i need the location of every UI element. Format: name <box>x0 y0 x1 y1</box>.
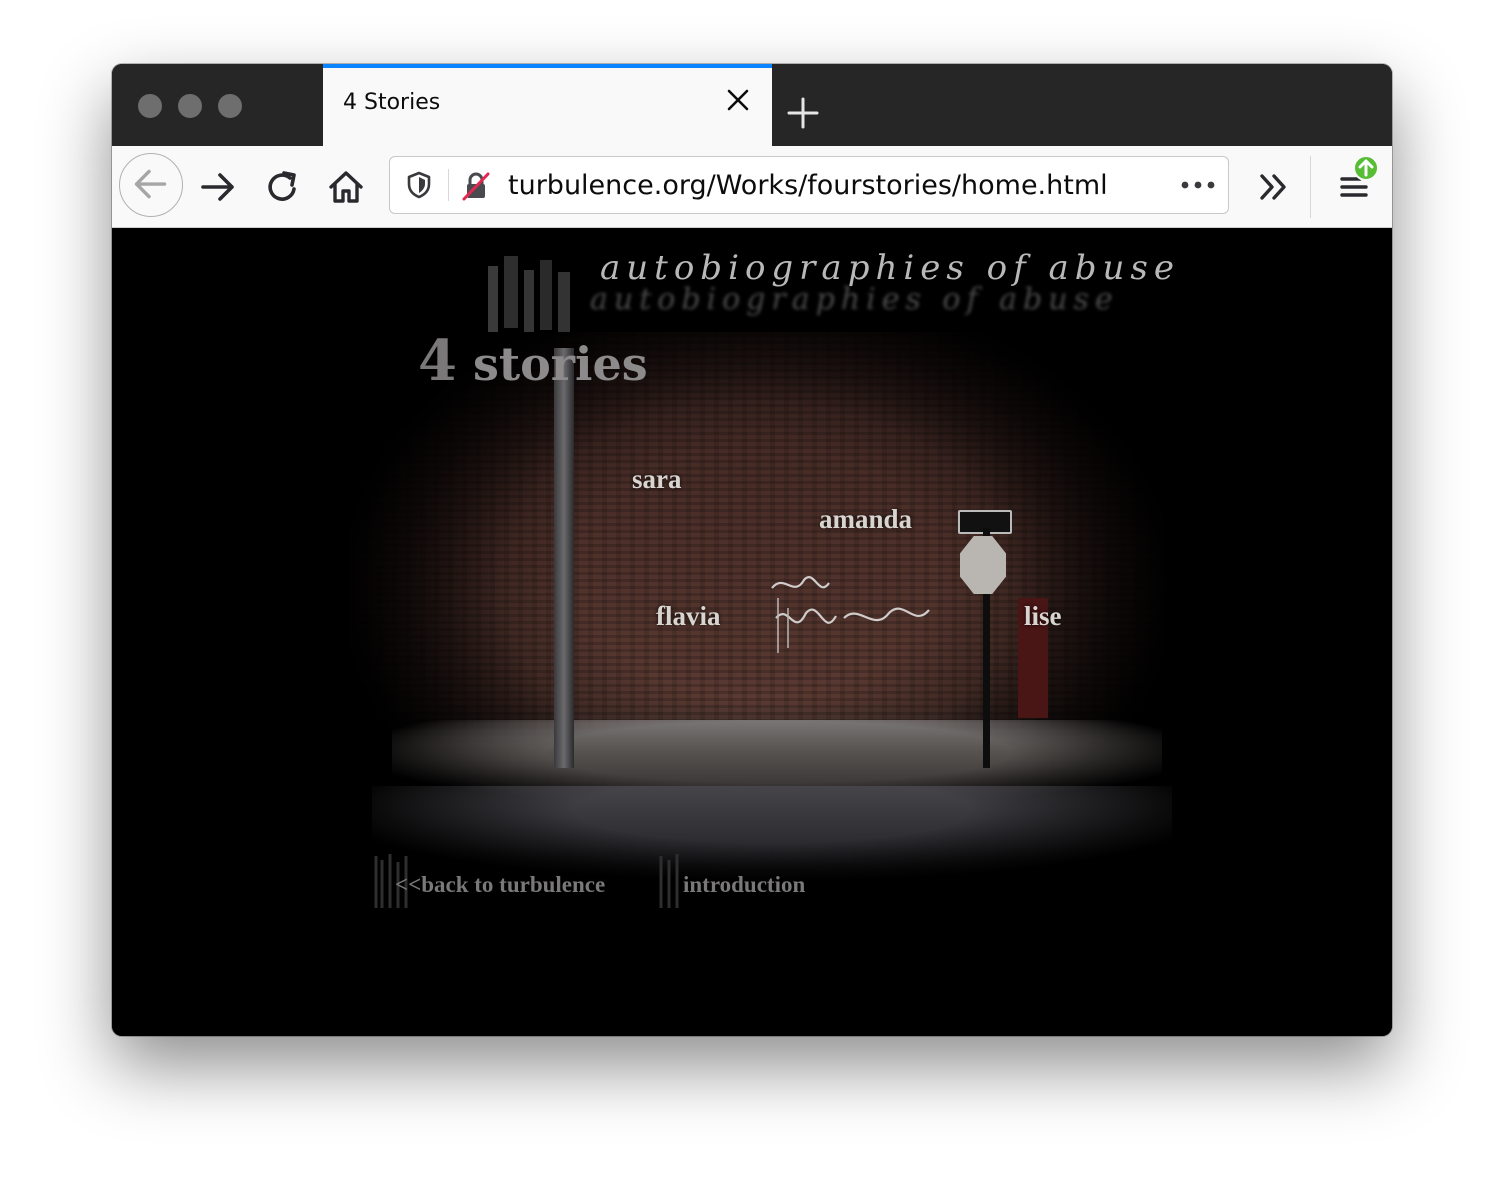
header-script: autobiographies of abuse <box>600 248 1180 288</box>
tab-title: 4 Stories <box>343 90 441 115</box>
window-controls <box>138 94 242 118</box>
url-separator <box>448 169 449 201</box>
shield-icon[interactable] <box>404 170 434 200</box>
story-link-flavia[interactable]: flavia <box>656 601 721 632</box>
zoom-window-button[interactable] <box>218 94 242 118</box>
browser-window: 4 Stories turbulence.org/Works/fourstori… <box>112 64 1392 1036</box>
url-text: turbulence.org/Works/fourstories/home.ht… <box>508 170 1108 201</box>
back-arrow-icon <box>134 169 167 199</box>
tab-active[interactable]: 4 Stories <box>323 64 772 146</box>
graffiti-decoration <box>771 576 930 653</box>
home-icon[interactable] <box>324 165 368 209</box>
stop-sign <box>960 536 1006 594</box>
introduction-link[interactable]: introduction <box>683 872 805 898</box>
plus-icon[interactable] <box>786 96 820 130</box>
page-title-word: stories <box>472 337 648 391</box>
nav-toolbar: turbulence.org/Works/fourstories/home.ht… <box>112 146 1392 228</box>
title-bar: 4 Stories <box>112 64 1392 146</box>
page-title: 4 stories <box>418 328 648 394</box>
more-dots-icon[interactable] <box>1180 178 1216 192</box>
update-badge-icon[interactable] <box>1352 154 1380 182</box>
insecure-lock-icon[interactable] <box>460 170 492 202</box>
header-bars-decoration <box>488 256 570 332</box>
minimize-window-button[interactable] <box>178 94 202 118</box>
back-to-turbulence-link[interactable]: <<back to turbulence <box>395 872 605 898</box>
reload-icon[interactable] <box>260 165 304 209</box>
back-button[interactable] <box>119 153 183 217</box>
overflow-chevrons-icon[interactable] <box>1252 165 1296 209</box>
forward-arrow-icon[interactable] <box>196 165 240 209</box>
page-title-number: 4 <box>418 328 457 394</box>
toolbar-separator <box>1310 156 1311 218</box>
story-link-lise[interactable]: lise <box>1024 601 1062 632</box>
story-link-amanda[interactable]: amanda <box>819 504 912 535</box>
page-content: autobiographies of abuse autobiographies… <box>112 228 1392 1036</box>
story-link-sara[interactable]: sara <box>632 464 682 495</box>
url-bar[interactable]: turbulence.org/Works/fourstories/home.ht… <box>389 156 1229 214</box>
close-window-button[interactable] <box>138 94 162 118</box>
close-icon[interactable] <box>724 86 752 114</box>
utility-pole <box>554 348 574 768</box>
